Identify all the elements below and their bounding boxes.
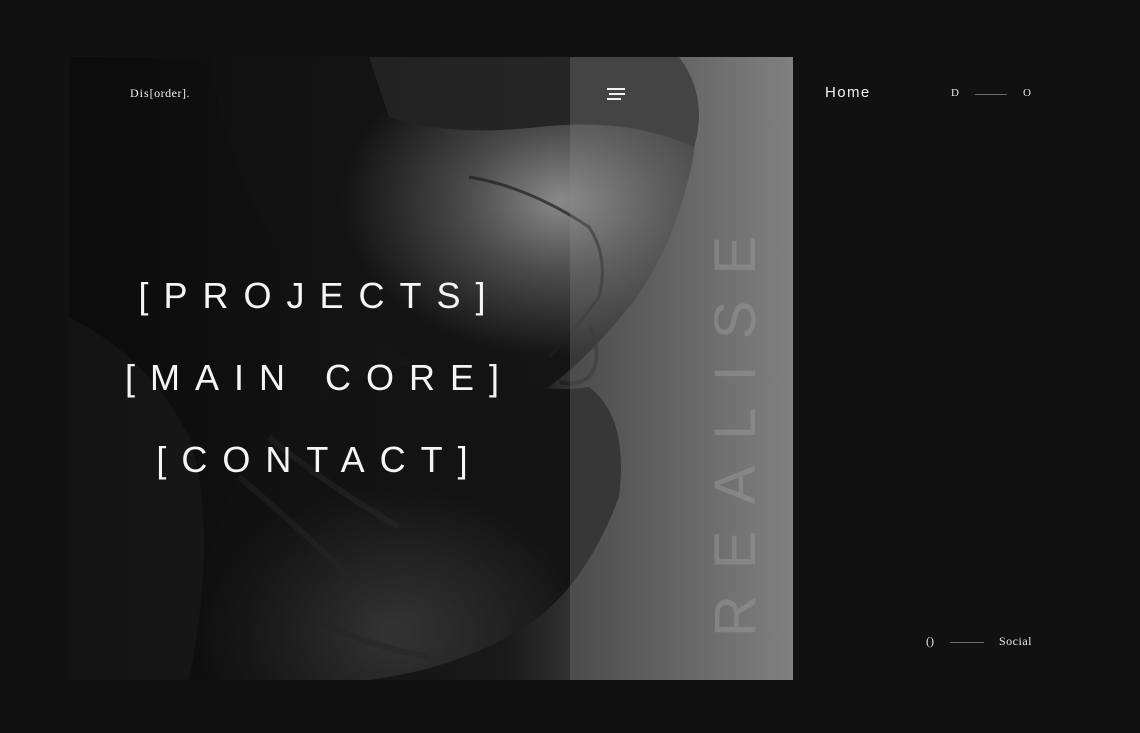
logo-prefix: Dis	[130, 86, 150, 100]
social-link[interactable]: Social	[999, 634, 1032, 649]
brand-logo[interactable]: Dis[order].	[130, 86, 190, 101]
hero-panel: Dis[order]. [PROJECTS] [MAIN CORE] [CONT…	[69, 57, 793, 680]
nav-item-main-core[interactable]: [MAIN CORE]	[69, 337, 570, 419]
vertical-headline: REALISE	[703, 210, 768, 637]
indicator-start: D	[951, 87, 959, 99]
nav-item-contact[interactable]: [CONTACT]	[69, 419, 570, 501]
page-indicator: D O	[951, 87, 1033, 101]
nav-item-projects[interactable]: [PROJECTS]	[69, 255, 570, 337]
hamburger-menu-icon[interactable]	[607, 88, 625, 100]
social-divider	[950, 642, 984, 643]
social-row: () Social	[926, 634, 1032, 650]
home-link[interactable]: Home	[825, 84, 871, 101]
page: Dis[order]. [PROJECTS] [MAIN CORE] [CONT…	[0, 0, 1140, 733]
logo-bracket: [order]	[149, 86, 187, 100]
indicator-end: O	[1023, 87, 1031, 99]
main-nav: [PROJECTS] [MAIN CORE] [CONTACT]	[69, 255, 570, 501]
logo-suffix: .	[186, 86, 191, 100]
social-indicator: ()	[926, 634, 934, 648]
indicator-divider	[975, 94, 1007, 95]
